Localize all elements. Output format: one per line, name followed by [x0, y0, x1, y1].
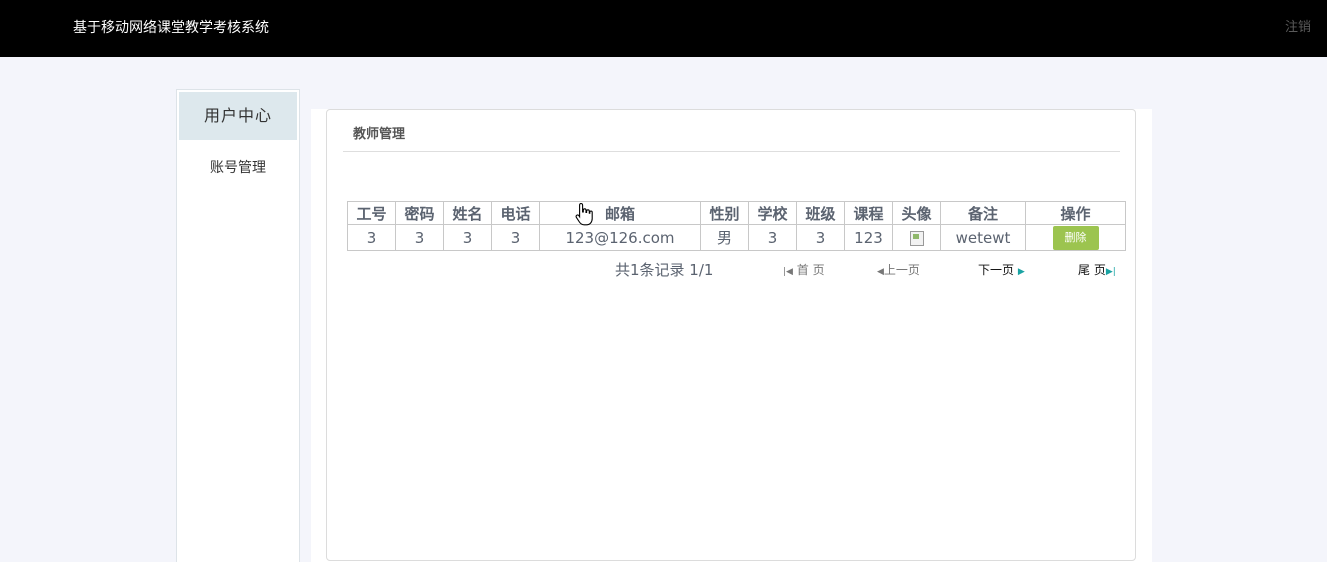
cell-avatar: [892, 224, 941, 251]
cell-course: 123: [844, 224, 893, 251]
prev-page-link[interactable]: ◀上一页: [877, 262, 920, 280]
panel-title: 教师管理: [353, 127, 406, 142]
next-page-icon: ▶: [1017, 267, 1025, 277]
main-content: 教师管理 工号 密码 姓名 电话 邮箱 性别 学校 班级 课程 头像 备注 操作: [311, 109, 1152, 562]
column-header: 班级: [796, 201, 845, 225]
top-nav-bar: 基于移动网络课堂教学考核系统 注销: [0, 0, 1327, 57]
cell-note: wetewt: [940, 224, 1026, 251]
cell-action: 删除: [1025, 224, 1126, 251]
first-page-icon: |◀: [783, 267, 793, 277]
sidebar-item-account-management[interactable]: 账号管理: [177, 150, 299, 186]
broken-image-icon: [909, 230, 924, 246]
prev-page-label: 上一页: [883, 263, 920, 277]
delete-button[interactable]: 删除: [1052, 225, 1099, 250]
cell-phone: 3: [491, 224, 540, 251]
pagination: 共1条记录 1/1 |◀ 首 页 ◀上一页 下一页 ▶ 尾 页▶|: [327, 260, 1137, 280]
sidebar: 用户中心 账号管理: [176, 89, 300, 562]
last-page-link[interactable]: 尾 页▶|: [1078, 262, 1116, 280]
column-header: 学校: [748, 201, 797, 225]
column-header: 性别: [700, 201, 749, 225]
logout-link[interactable]: 注销: [1285, 20, 1311, 36]
column-header: 邮箱: [539, 201, 701, 225]
column-header: 密码: [395, 201, 444, 225]
last-page-icon: ▶|: [1105, 267, 1116, 277]
cell-name: 3: [443, 224, 492, 251]
panel-divider: [343, 151, 1120, 152]
first-page-label: 首 页: [796, 263, 825, 277]
sidebar-title: 用户中心: [179, 92, 297, 140]
teacher-table: 工号 密码 姓名 电话 邮箱 性别 学校 班级 课程 头像 备注 操作 3 3 …: [347, 201, 1126, 251]
column-header: 头像: [892, 201, 941, 225]
next-page-label: 下一页: [978, 263, 1015, 277]
last-page-label: 尾 页: [1078, 263, 1106, 277]
column-header: 课程: [844, 201, 893, 225]
table-header-row: 工号 密码 姓名 电话 邮箱 性别 学校 班级 课程 头像 备注 操作: [347, 201, 1126, 225]
first-page-link[interactable]: |◀ 首 页: [783, 262, 825, 280]
column-header: 工号: [347, 201, 396, 225]
column-header: 姓名: [443, 201, 492, 225]
hand-cursor-icon: [575, 202, 593, 226]
cell-email: 123@126.com: [539, 224, 701, 251]
app-title: 基于移动网络课堂教学考核系统: [73, 20, 269, 36]
cell-school: 3: [748, 224, 797, 251]
cell-id: 3: [347, 224, 396, 251]
cell-class: 3: [796, 224, 845, 251]
prev-page-icon: ◀: [877, 267, 884, 277]
column-header: 操作: [1025, 201, 1126, 225]
table-row: 3 3 3 3 123@126.com 男 3 3 123 wetewt 删除: [347, 224, 1126, 251]
cell-gender: 男: [700, 224, 749, 251]
column-header: 电话: [491, 201, 540, 225]
pager-summary: 共1条记录 1/1: [615, 261, 714, 279]
next-page-link[interactable]: 下一页 ▶: [978, 262, 1025, 280]
column-header: 备注: [940, 201, 1026, 225]
teacher-management-panel: 教师管理 工号 密码 姓名 电话 邮箱 性别 学校 班级 课程 头像 备注 操作: [326, 109, 1136, 561]
cell-password: 3: [395, 224, 444, 251]
